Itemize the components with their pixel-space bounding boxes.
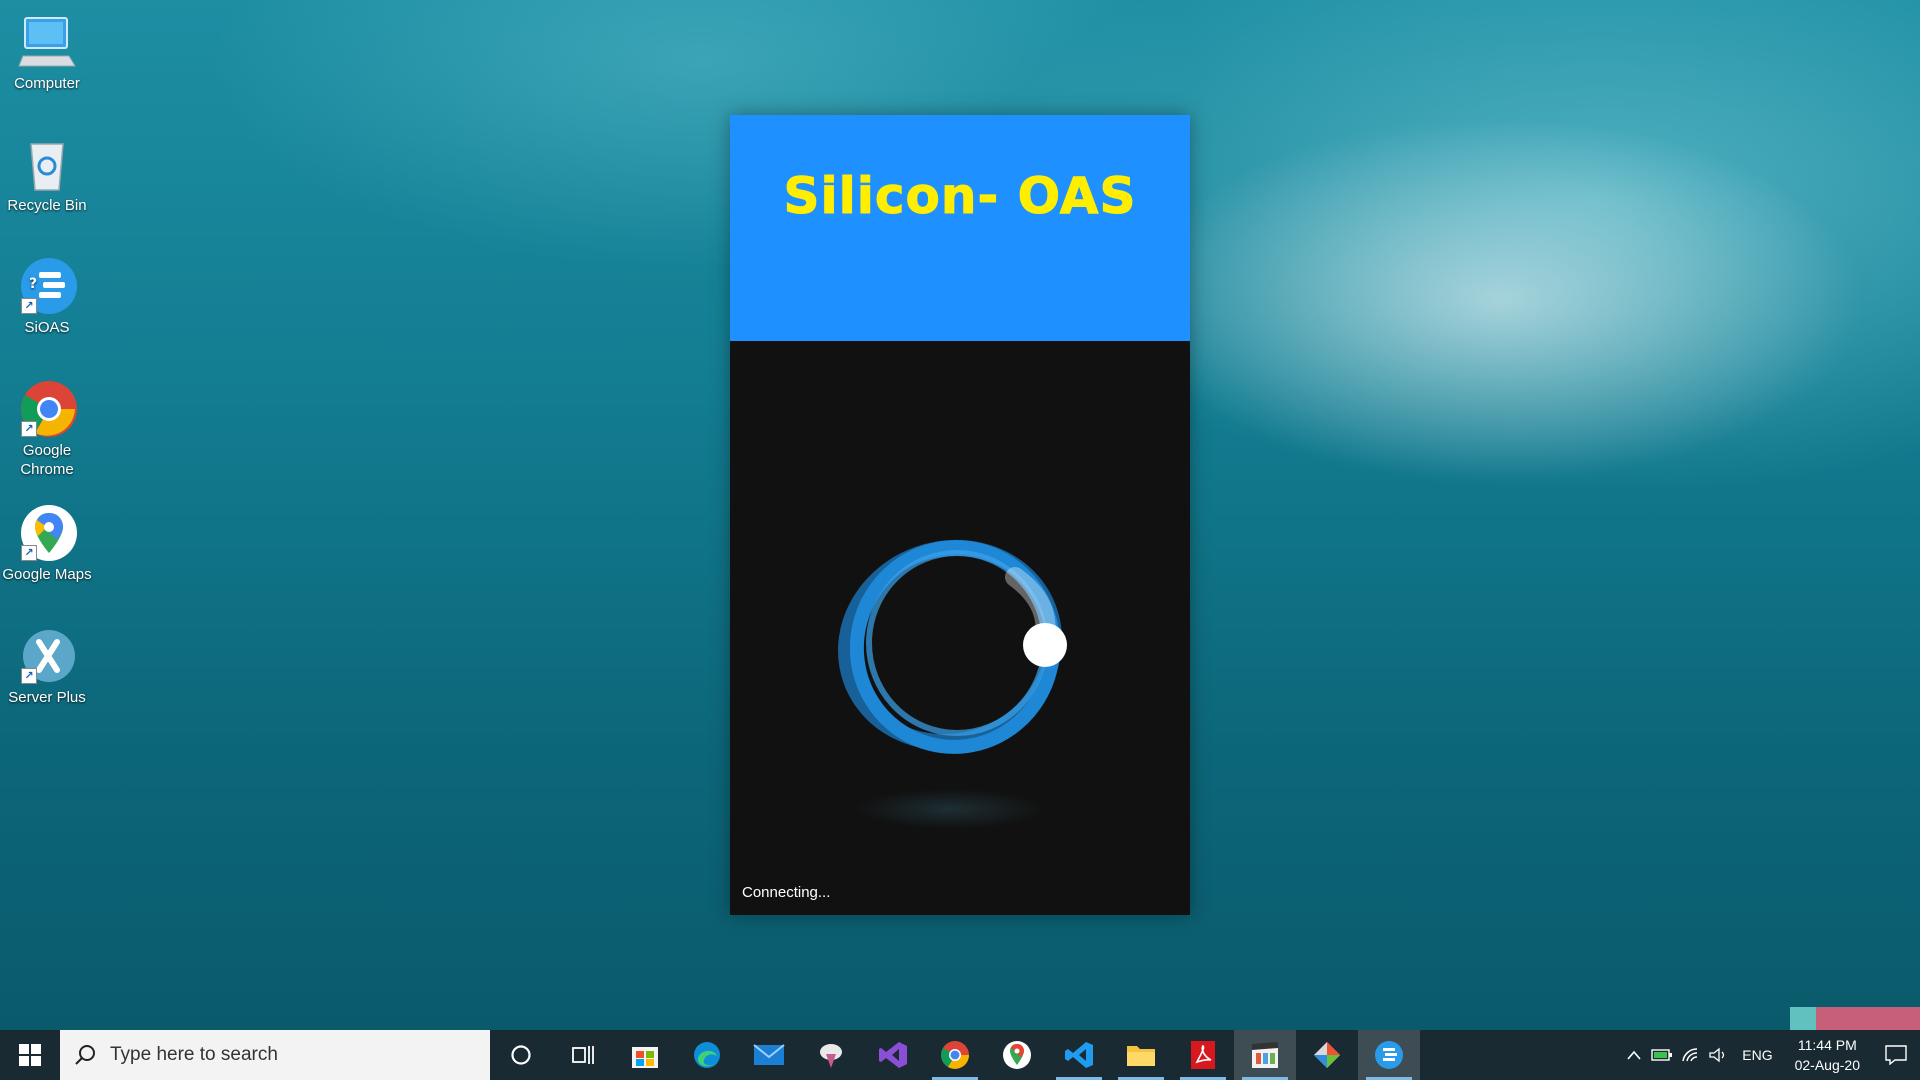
git-icon	[1314, 1042, 1340, 1068]
desktop-icon-google-chrome[interactable]: ↗ Google Chrome	[0, 379, 94, 479]
volume-button[interactable]	[1704, 1030, 1732, 1080]
microsoft-store-icon	[632, 1047, 658, 1068]
xampp-icon: ↗	[17, 626, 77, 686]
desktop-icon-server-plus[interactable]: ↗ Server Plus	[0, 626, 94, 707]
shortcut-arrow-icon: ↗	[21, 668, 37, 684]
search-icon	[75, 1045, 95, 1065]
recycle-bin-icon	[17, 134, 77, 194]
clock-date: 02-Aug-20	[1794, 1057, 1860, 1073]
chrome-icon	[941, 1041, 969, 1069]
desktop-icon-google-maps[interactable]: ↗ Google Maps	[0, 503, 94, 584]
taskbar-file-explorer[interactable]	[1110, 1030, 1172, 1080]
app-header: Silicon- OAS	[730, 115, 1190, 341]
acrobat-icon	[1191, 1041, 1215, 1069]
app-body: Connecting...	[730, 341, 1190, 915]
battery-icon	[1651, 1049, 1673, 1061]
battery-button[interactable]	[1648, 1030, 1676, 1080]
desktop-icon-label: Google Maps	[2, 566, 92, 583]
paint-3d-icon	[820, 1044, 842, 1068]
taskbar-google-maps[interactable]	[986, 1030, 1048, 1080]
svg-text:?: ?	[29, 276, 37, 292]
chrome-icon: ↗	[17, 379, 77, 439]
shortcut-arrow-icon: ↗	[21, 421, 37, 437]
network-button[interactable]	[1676, 1030, 1704, 1080]
app-title: Silicon- OAS	[783, 167, 1137, 226]
desktop-icon-label: SiOAS	[24, 319, 70, 336]
taskbar-acrobat[interactable]	[1172, 1030, 1234, 1080]
edge-icon	[694, 1042, 720, 1068]
mail-icon	[753, 1044, 785, 1065]
taskbar-vscode[interactable]	[1048, 1030, 1110, 1080]
system-tray: ENG 11:44 PM 02-Aug-20	[1620, 1030, 1920, 1080]
chevron-up-icon	[1627, 1050, 1641, 1060]
cortana-button[interactable]	[490, 1030, 552, 1080]
speaker-icon	[1709, 1047, 1725, 1063]
shortcut-arrow-icon: ↗	[21, 545, 37, 561]
desktop-icon-label: Server Plus	[8, 689, 86, 706]
desktop-icon-recycle-bin[interactable]: Recycle Bin	[0, 134, 94, 215]
action-center-button[interactable]	[1872, 1030, 1920, 1080]
wifi-icon	[1682, 1048, 1698, 1062]
desktop-icon-sioas[interactable]: ? ↗ SiOAS	[0, 256, 94, 337]
taskbar-paint-3d[interactable]	[800, 1030, 862, 1080]
video-editor-icon	[1252, 1042, 1278, 1068]
desktop-icon-label: Recycle Bin	[7, 197, 87, 214]
desktop-icon-label: Google Chrome	[20, 442, 74, 478]
google-maps-icon	[1003, 1041, 1031, 1069]
notification-icon	[1885, 1045, 1907, 1065]
search-placeholder: Type here to search	[110, 1044, 278, 1065]
windows-logo-icon	[19, 1044, 41, 1066]
visual-studio-icon	[879, 1042, 907, 1068]
vscode-icon	[1065, 1042, 1093, 1068]
input-language-indicator[interactable]: ENG	[1732, 1047, 1782, 1063]
taskbar-sioas[interactable]	[1358, 1030, 1420, 1080]
taskbar-git[interactable]	[1296, 1030, 1358, 1080]
file-explorer-icon	[1127, 1046, 1155, 1066]
taskbar-search-box[interactable]: Type here to search	[60, 1030, 490, 1080]
taskbar-edge[interactable]	[676, 1030, 738, 1080]
sioas-icon: ? ↗	[17, 256, 77, 316]
loader-shadow	[855, 789, 1045, 829]
taskbar-mail[interactable]	[738, 1030, 800, 1080]
corner-decoration	[1790, 1007, 1920, 1030]
clock-time: 11:44 PM	[1797, 1037, 1857, 1053]
task-view-icon	[572, 1046, 594, 1064]
show-hidden-icons-button[interactable]	[1620, 1030, 1648, 1080]
loading-spinner-icon	[838, 539, 1067, 754]
taskbar-video-editor[interactable]	[1234, 1030, 1296, 1080]
taskbar: Type here to search ENG 11:44 PM 02-Aug-…	[0, 1030, 1920, 1080]
desktop-icon-computer[interactable]: Computer	[0, 12, 94, 93]
taskbar-visual-studio[interactable]	[862, 1030, 924, 1080]
sioas-icon	[1375, 1041, 1403, 1069]
start-button[interactable]	[0, 1030, 60, 1080]
taskbar-chrome[interactable]	[924, 1030, 986, 1080]
computer-icon	[17, 12, 77, 72]
shortcut-arrow-icon: ↗	[21, 298, 37, 314]
connection-status: Connecting...	[742, 884, 831, 901]
sioas-splash-window: Silicon- OAS Connecting...	[730, 115, 1190, 915]
google-maps-icon: ↗	[17, 503, 77, 563]
desktop-icon-label: Computer	[14, 75, 80, 92]
clock[interactable]: 11:44 PM 02-Aug-20	[1783, 1035, 1872, 1075]
taskbar-microsoft-store[interactable]	[614, 1030, 676, 1080]
task-view-button[interactable]	[552, 1030, 614, 1080]
cortana-icon	[511, 1045, 531, 1065]
